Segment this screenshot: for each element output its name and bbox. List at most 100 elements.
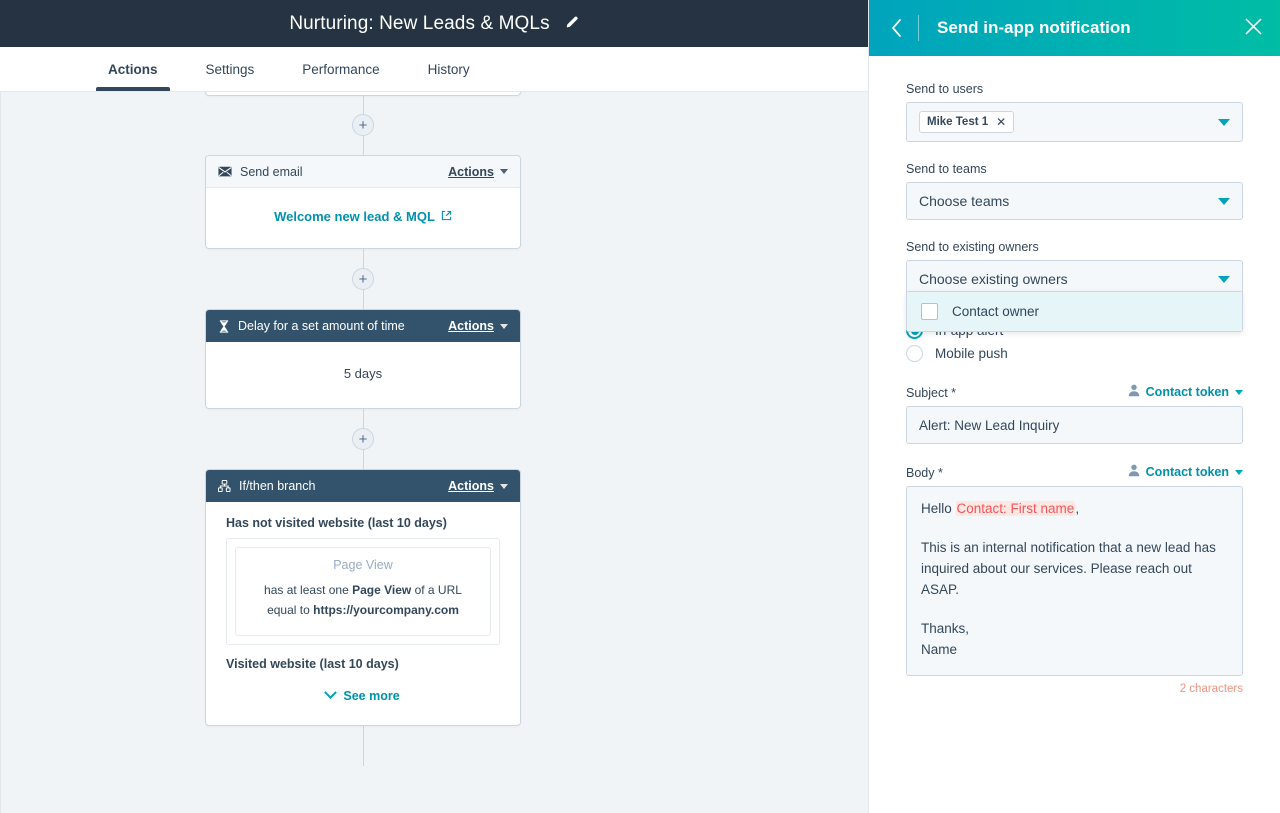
card-actions-menu[interactable]: Actions (448, 165, 508, 179)
chevron-down-icon (1235, 470, 1243, 475)
card-actions-menu[interactable]: Actions (448, 319, 508, 333)
subject-label: Subject * (906, 386, 956, 400)
chevron-down-icon (1218, 119, 1230, 126)
dropdown-option-contact-owner[interactable]: Contact owner (907, 292, 1242, 331)
add-step-button[interactable]: + (352, 114, 374, 136)
chip-remove-icon[interactable]: ✕ (996, 115, 1006, 129)
tab-settings[interactable]: Settings (206, 47, 255, 91)
external-link-icon (441, 209, 452, 224)
delay-value: 5 days (344, 366, 382, 381)
radio-indicator (906, 345, 923, 362)
chevron-down-icon (1218, 276, 1230, 283)
workflow-canvas[interactable]: + Send email Actions (0, 92, 868, 813)
body-greeting-pre: Hello (921, 501, 956, 516)
branch-2-label: Visited website (last 10 days) (226, 657, 500, 671)
contact-person-icon (1128, 384, 1140, 400)
body-greeting-post: , (1075, 501, 1079, 516)
chevron-down-icon (324, 687, 337, 700)
side-panel: Send in-app notification Send to users M… (868, 0, 1280, 813)
criteria-line-1-bold: Page View (352, 583, 411, 597)
email-asset-link[interactable]: Welcome new lead & MQL (274, 209, 452, 224)
criteria-line-1: has at least one Page View of a URL (248, 580, 478, 600)
subject-contact-token-button[interactable]: Contact token (1128, 384, 1243, 400)
checkbox[interactable] (921, 303, 938, 320)
send-to-teams-select[interactable]: Choose teams (906, 182, 1243, 220)
criteria-title: Page View (248, 558, 478, 572)
send-to-users-select[interactable]: Mike Test 1 ✕ (906, 102, 1243, 142)
chevron-down-icon (1235, 390, 1243, 395)
body-contact-token-button[interactable]: Contact token (1128, 464, 1243, 480)
card-header: If/then branch Actions (206, 470, 520, 502)
card-if-then-branch[interactable]: If/then branch Actions Has not visited w… (205, 469, 521, 726)
body-greeting: Hello Contact: First name, (921, 499, 1228, 520)
criteria-line-2-pre: equal to (267, 603, 313, 617)
card-body: 5 days (206, 342, 520, 408)
criteria-line-1-post: of a URL (411, 583, 462, 597)
criteria-line-1-pre: has at least one (264, 583, 352, 597)
panel-body: Send to users Mike Test 1 ✕ Send to team… (869, 56, 1280, 813)
tab-history[interactable]: History (428, 47, 470, 91)
hourglass-icon (218, 320, 230, 333)
pencil-icon[interactable] (564, 16, 579, 31)
criteria-line-2-bold: https://yourcompany.com (313, 603, 459, 617)
branch-criteria-box: Page View has at least one Page View of … (226, 538, 500, 645)
user-chip[interactable]: Mike Test 1 ✕ (919, 111, 1014, 133)
body-label-row: Body * Contact token (906, 464, 1243, 480)
tab-actions[interactable]: Actions (108, 47, 158, 91)
dropdown-option-label: Contact owner (952, 304, 1039, 319)
actions-label: Actions (448, 479, 494, 493)
card-header: Send email Actions (206, 156, 520, 188)
tab-bar: Actions Settings Performance History (0, 47, 868, 92)
email-asset-label: Welcome new lead & MQL (274, 209, 435, 224)
owners-dropdown-menu[interactable]: Contact owner (906, 291, 1243, 332)
close-icon[interactable] (1245, 17, 1262, 39)
body-sign-off: Thanks, (921, 619, 1228, 640)
see-more-button[interactable]: See more (226, 689, 500, 703)
branch-1-label: Has not visited website (last 10 days) (226, 516, 500, 530)
subject-value: Alert: New Lead Inquiry (919, 418, 1059, 433)
panel-header: Send in-app notification (869, 0, 1280, 56)
subject-token-label: Contact token (1146, 385, 1229, 399)
chevron-down-icon (500, 484, 508, 489)
card-header: Delay for a set amount of time Actions (206, 310, 520, 342)
panel-title: Send in-app notification (937, 18, 1245, 38)
chevron-down-icon (1218, 198, 1230, 205)
chevron-down-icon (500, 324, 508, 329)
branch-criteria-inner: Page View has at least one Page View of … (235, 547, 491, 636)
criteria-line-2: equal to https://yourcompany.com (248, 600, 478, 620)
body-sign-name: Name (921, 640, 1228, 661)
page-title: Nurturing: New Leads & MQLs (289, 14, 549, 33)
send-to-owners-value: Choose existing owners (919, 271, 1218, 287)
send-to-teams-label: Send to teams (906, 162, 1243, 176)
top-bar: Nurturing: New Leads & MQLs (0, 0, 868, 47)
chevron-down-icon (500, 169, 508, 174)
send-to-users-label: Send to users (906, 82, 1243, 96)
send-to-owners-label: Send to existing owners (906, 240, 1243, 254)
tab-performance[interactable]: Performance (302, 47, 379, 91)
card-title: Send email (240, 165, 448, 179)
card-body: Has not visited website (last 10 days) P… (206, 502, 520, 725)
see-more-label: See more (343, 689, 399, 703)
body-label: Body * (906, 466, 943, 480)
add-step-button[interactable]: + (352, 268, 374, 290)
card-delay[interactable]: Delay for a set amount of time Actions 5… (205, 309, 521, 409)
subject-label-row: Subject * Contact token (906, 384, 1243, 400)
actions-label: Actions (448, 165, 494, 179)
previous-step-card[interactable] (205, 92, 521, 96)
header-divider (918, 15, 919, 41)
add-step-button[interactable]: + (352, 428, 374, 450)
add-step-wrap-1: + (205, 114, 521, 136)
card-send-email[interactable]: Send email Actions Welcome new lead & MQ… (205, 155, 521, 249)
radio-label: Mobile push (935, 346, 1008, 361)
card-actions-menu[interactable]: Actions (448, 479, 508, 493)
add-step-wrap-3: + (205, 428, 521, 450)
subject-input[interactable]: Alert: New Lead Inquiry (906, 406, 1243, 444)
envelope-icon (218, 166, 232, 177)
body-textarea[interactable]: Hello Contact: First name, This is an in… (906, 486, 1243, 676)
body-token-label: Contact token (1146, 465, 1229, 479)
chevron-left-icon[interactable] (891, 19, 902, 37)
card-body: Welcome new lead & MQL (206, 188, 520, 248)
card-title: If/then branch (239, 479, 448, 493)
body-paragraph: This is an internal notification that a … (921, 538, 1228, 601)
radio-mobile-push[interactable]: Mobile push (906, 345, 1243, 362)
